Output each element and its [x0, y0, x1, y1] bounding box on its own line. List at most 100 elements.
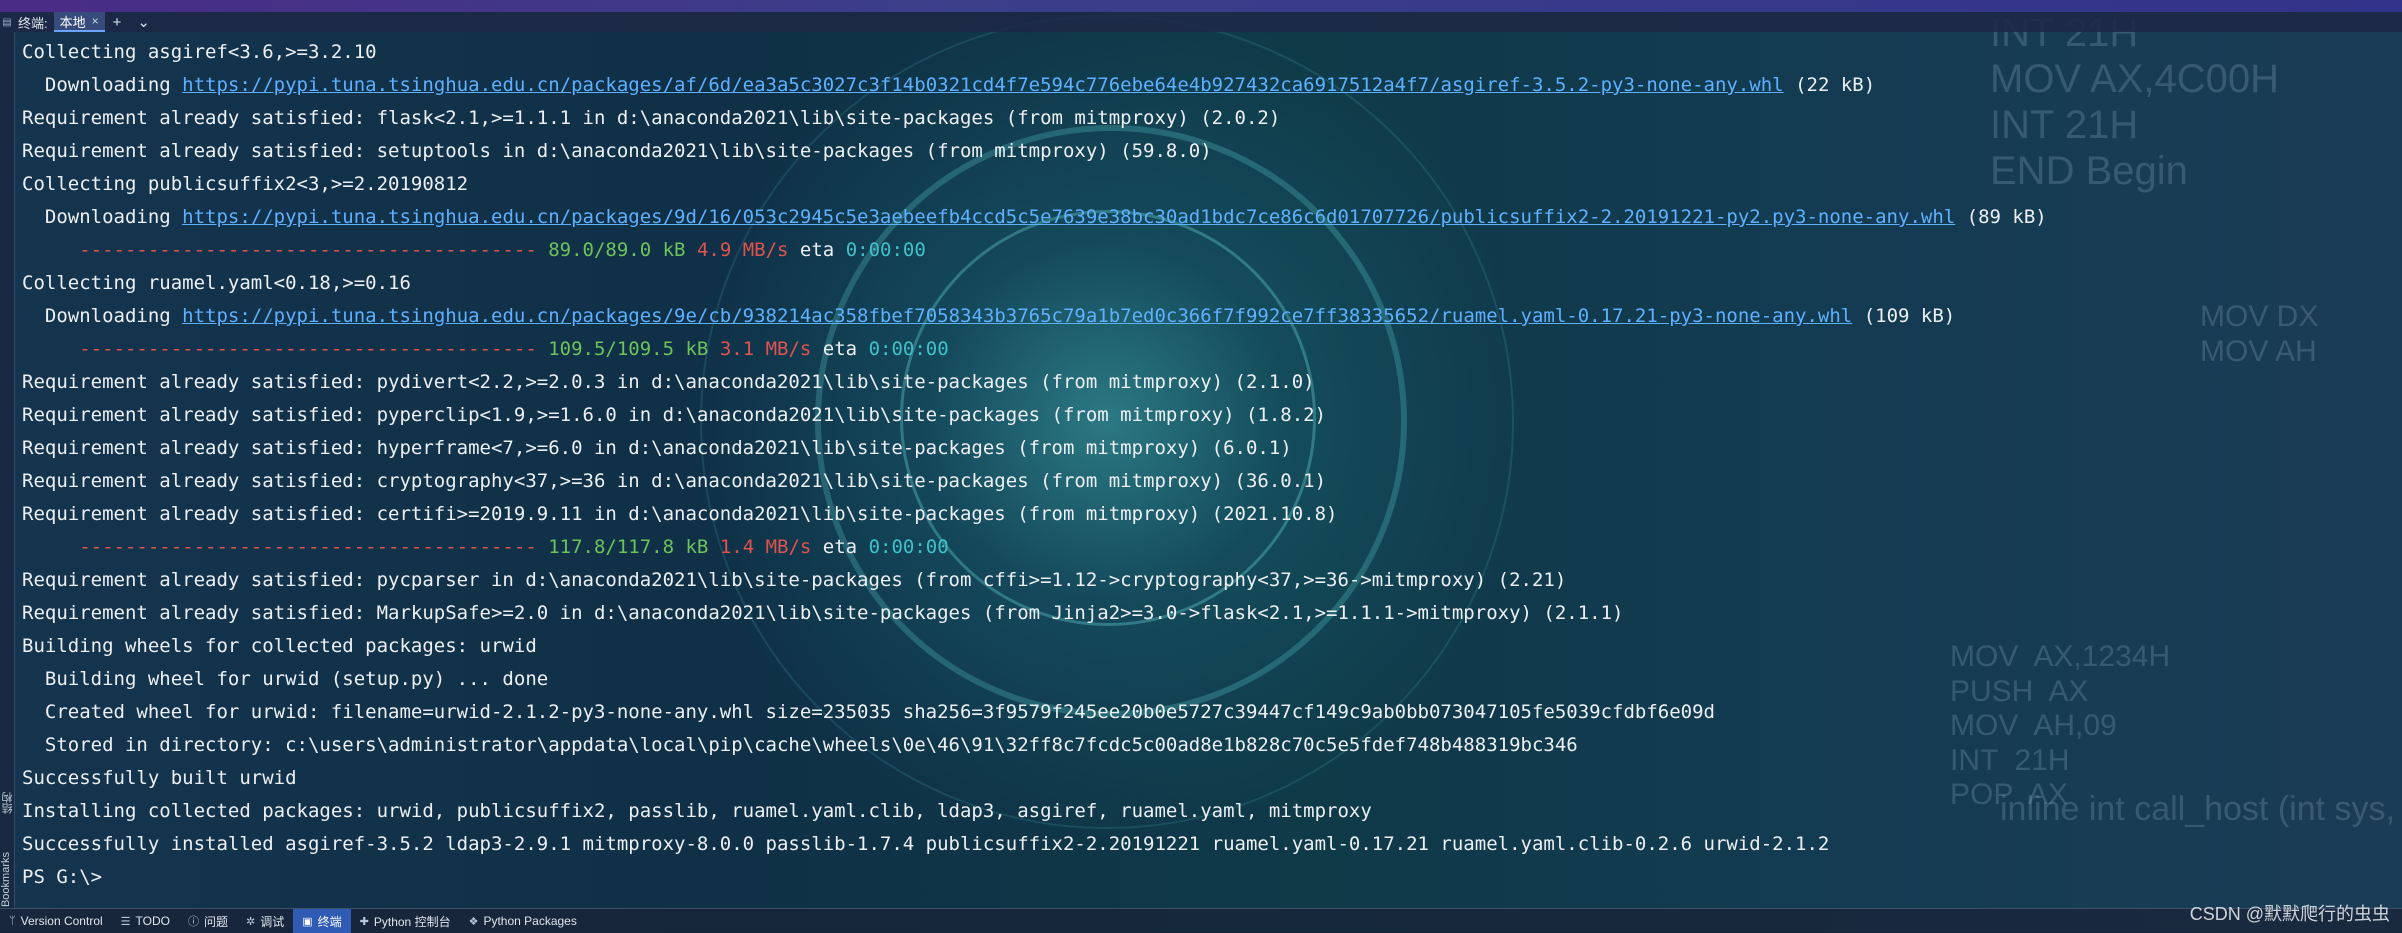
- line-text: Downloading: [22, 206, 183, 228]
- progress-size: 117.8/117.8 kB: [548, 536, 709, 558]
- progress-eta: 0:00:00: [845, 239, 926, 261]
- line-text: Requirement already satisfied: certifi>=…: [22, 503, 1338, 525]
- terminal-line: Downloading https://pypi.tuna.tsinghua.e…: [22, 69, 2392, 102]
- terminal-panel-icon: ▤: [2, 16, 12, 28]
- progress-speed: 4.9 MB/s: [696, 239, 789, 261]
- line-text: Collecting asgiref<3.6,>=3.2.10: [22, 41, 377, 63]
- download-link[interactable]: https://pypi.tuna.tsinghua.edu.cn/packag…: [182, 206, 1955, 228]
- tool-window-bar: ᛘ Version Control ☰ TODO ⓘ 问题 ✲ 调试 ▣ 终端 ✚ Python 控制…: [0, 908, 2402, 933]
- terminal-output[interactable]: Collecting asgiref<3.6,>=3.2.10 Download…: [22, 36, 2392, 904]
- progress-eta: 0:00:00: [868, 338, 949, 360]
- line-text: Downloading: [22, 74, 183, 96]
- progress-eta-label: eta: [822, 536, 858, 558]
- packages-icon: ❖: [468, 915, 479, 928]
- line-text: Requirement already satisfied: pydivert<…: [22, 371, 1315, 393]
- progress-line: ----------------------------------------…: [22, 234, 2392, 267]
- tool-button-branch[interactable]: ᛘ Version Control: [0, 909, 112, 933]
- tool-button-label: 调试: [260, 914, 285, 929]
- line-text: Building wheels for collected packages: …: [22, 635, 537, 657]
- tool-button-label: TODO: [135, 914, 170, 928]
- python-console-icon: ✚: [359, 915, 369, 928]
- terminal-line: Requirement already satisfied: hyperfram…: [22, 432, 2392, 465]
- line-text: Collecting ruamel.yaml<0.18,>=0.16: [22, 272, 411, 294]
- progress-bar: ----------------------------------------: [22, 338, 549, 360]
- line-text: Installing collected packages: urwid, pu…: [22, 800, 1372, 822]
- tool-button-label: 问题: [203, 914, 228, 929]
- line-text: Building wheel for urwid (setup.py) ... …: [22, 668, 549, 690]
- line-text: PS G:\>: [22, 866, 103, 888]
- progress-speed: 1.4 MB/s: [719, 536, 812, 558]
- tab-local-label: 本地: [59, 14, 86, 30]
- line-text: Requirement already satisfied: hyperfram…: [22, 437, 1292, 459]
- download-link[interactable]: https://pypi.tuna.tsinghua.edu.cn/packag…: [182, 305, 1852, 327]
- terminal-line: Requirement already satisfied: pycparser…: [22, 564, 2392, 597]
- tool-button-python-console[interactable]: ✚ Python 控制台: [351, 909, 460, 933]
- tab-local[interactable]: 本地 ×: [53, 12, 105, 32]
- terminal-line: Created wheel for urwid: filename=urwid-…: [22, 696, 2392, 729]
- progress-eta-label: eta: [822, 338, 858, 360]
- terminal-line: Requirement already satisfied: setuptool…: [22, 135, 2392, 168]
- terminal-line: Downloading https://pypi.tuna.tsinghua.e…: [22, 201, 2392, 234]
- terminal-line: Collecting publicsuffix2<3,>=2.20190812: [22, 168, 2392, 201]
- tool-button-label: Version Control: [20, 914, 103, 928]
- terminal-line: Requirement already satisfied: cryptogra…: [22, 465, 2392, 498]
- progress-line: ----------------------------------------…: [22, 333, 2392, 366]
- new-tab-button[interactable]: +: [105, 14, 130, 31]
- progress-speed: 3.1 MB/s: [719, 338, 812, 360]
- chevron-down-icon[interactable]: ⌄: [129, 13, 158, 31]
- terminal-line: Downloading https://pypi.tuna.tsinghua.e…: [22, 300, 2392, 333]
- terminal-line: Requirement already satisfied: certifi>=…: [22, 498, 2392, 531]
- problems-icon: ⓘ: [187, 916, 199, 928]
- terminal-line: Requirement already satisfied: pydivert<…: [22, 366, 2392, 399]
- progress-bar: ----------------------------------------: [22, 536, 549, 558]
- terminal-line: PS G:\>: [22, 861, 2392, 894]
- download-size: (109 kB): [1852, 305, 1956, 327]
- line-text: Requirement already satisfied: MarkupSaf…: [22, 602, 1624, 624]
- terminal-line: Building wheel for urwid (setup.py) ... …: [22, 663, 2392, 696]
- line-text: Requirement already satisfied: pyperclip…: [22, 404, 1327, 426]
- bookmarks-tool-button[interactable]: Bookmarks: [0, 852, 12, 907]
- terminal-label: 终端:: [18, 15, 48, 31]
- line-text: Requirement already satisfied: pycparser…: [22, 569, 1567, 591]
- terminal-icon: ▣: [302, 915, 313, 928]
- line-text: Collecting publicsuffix2<3,>=2.20190812: [22, 173, 469, 195]
- structure-tool-button[interactable]: 结构: [0, 792, 16, 814]
- branch-icon: ᛘ: [9, 915, 16, 927]
- tool-button-problems[interactable]: ⓘ 问题: [179, 909, 237, 933]
- progress-size: 89.0/89.0 kB: [548, 239, 686, 261]
- tool-button-debug[interactable]: ✲ 调试: [237, 909, 293, 933]
- left-tool-gutter: 结构 Bookmarks: [0, 32, 15, 908]
- download-link[interactable]: https://pypi.tuna.tsinghua.edu.cn/packag…: [182, 74, 1783, 96]
- line-text: Requirement already satisfied: cryptogra…: [22, 470, 1327, 492]
- terminal-line: Requirement already satisfied: flask<2.1…: [22, 102, 2392, 135]
- line-text: Stored in directory: c:\users\administra…: [22, 734, 1578, 756]
- terminal-line: Requirement already satisfied: MarkupSaf…: [22, 597, 2392, 630]
- tool-button-label: Python Packages: [483, 914, 577, 928]
- debug-icon: ✲: [246, 915, 256, 928]
- tool-button-list[interactable]: ☰ TODO: [112, 909, 179, 933]
- terminal-line: Building wheels for collected packages: …: [22, 630, 2392, 663]
- tool-button-label: 终端: [317, 914, 342, 929]
- terminal-line: Installing collected packages: urwid, pu…: [22, 795, 2392, 828]
- progress-bar: ----------------------------------------: [22, 239, 549, 261]
- terminal-line: Stored in directory: c:\users\administra…: [22, 729, 2392, 762]
- terminal-tab-bar: ▤ 终端: 本地 × + ⌄: [0, 12, 2402, 32]
- progress-eta: 0:00:00: [868, 536, 949, 558]
- terminal-line: Requirement already satisfied: pyperclip…: [22, 399, 2392, 432]
- terminal-line: Collecting asgiref<3.6,>=3.2.10: [22, 36, 2392, 69]
- line-text: Created wheel for urwid: filename=urwid-…: [22, 701, 1715, 723]
- tool-button-terminal[interactable]: ▣ 终端: [293, 909, 351, 933]
- terminal-line: Successfully installed asgiref-3.5.2 lda…: [22, 828, 2392, 861]
- progress-eta-label: eta: [799, 239, 835, 261]
- download-size: (22 kB): [1783, 74, 1876, 96]
- tool-button-packages[interactable]: ❖ Python Packages: [460, 909, 586, 933]
- line-text: Downloading: [22, 305, 183, 327]
- window-title-bar: [0, 0, 2402, 12]
- close-icon[interactable]: ×: [92, 14, 99, 28]
- tool-button-label: Python 控制台: [373, 914, 451, 929]
- watermark: CSDN @默默爬行的虫虫: [2189, 904, 2390, 924]
- line-text: Requirement already satisfied: setuptool…: [22, 140, 1212, 162]
- line-text: Successfully installed asgiref-3.5.2 lda…: [22, 833, 1830, 855]
- terminal-line: Successfully built urwid: [22, 762, 2392, 795]
- line-text: Requirement already satisfied: flask<2.1…: [22, 107, 1281, 129]
